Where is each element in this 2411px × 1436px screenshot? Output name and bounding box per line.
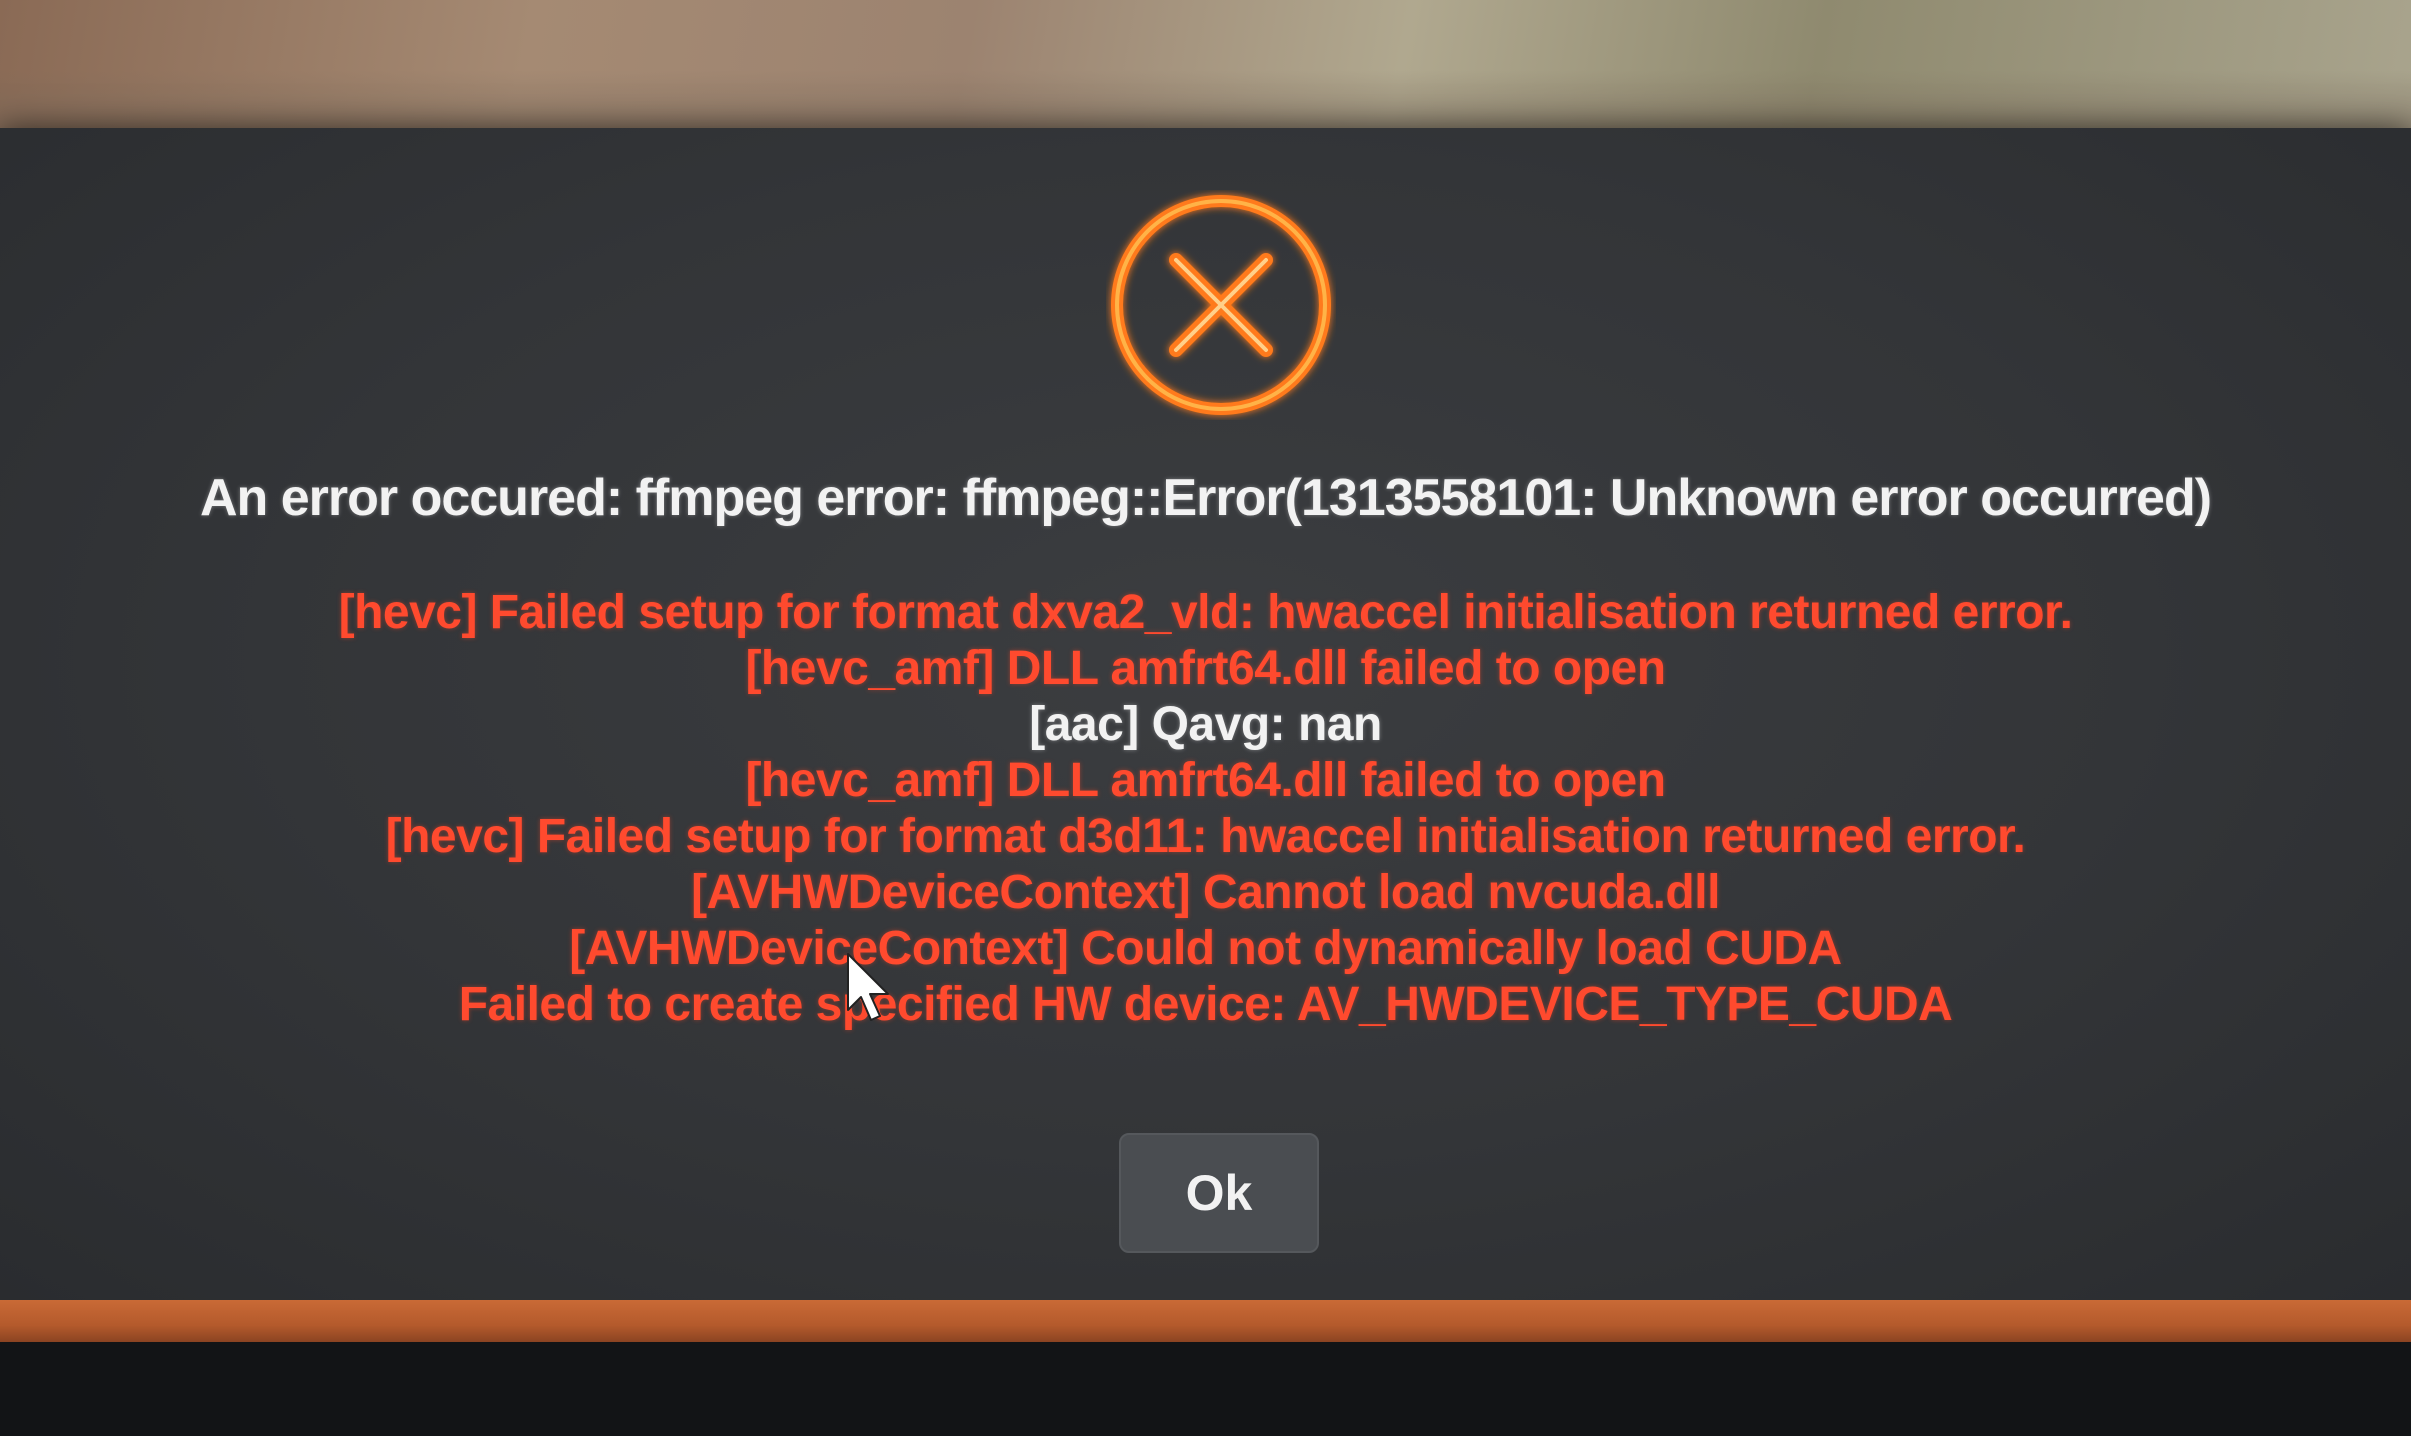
mouse-cursor-icon [847, 953, 889, 1021]
error-message-line: [hevc_amf] DLL amfrt64.dll failed to ope… [745, 642, 1666, 695]
error-message-list: [hevc] Failed setup for format dxva2_vld… [0, 585, 2411, 1033]
error-message-line: [AVHWDeviceContext] Cannot load nvcuda.d… [691, 866, 1720, 919]
taskbar-area [0, 1342, 2411, 1436]
error-message-line: [hevc] Failed setup for format dxva2_vld… [338, 586, 2073, 639]
ok-button[interactable]: Ok [1119, 1133, 1319, 1253]
error-circle-x-icon [1111, 195, 1331, 415]
error-message-line: [AVHWDeviceContext] Could not dynamicall… [569, 922, 1842, 975]
screen: An error occured: ffmpeg error: ffmpeg::… [0, 0, 2411, 1436]
dialog-title: An error occured: ffmpeg error: ffmpeg::… [199, 469, 2212, 527]
accent-strip [0, 1300, 2411, 1342]
error-message-line: [hevc_amf] DLL amfrt64.dll failed to ope… [745, 754, 1666, 807]
error-message-line: Failed to create specified HW device: AV… [458, 978, 1953, 1031]
info-message-line: [aac] Qavg: nan [1029, 698, 1382, 751]
error-message-line: [hevc] Failed setup for format d3d11: hw… [385, 810, 2026, 863]
